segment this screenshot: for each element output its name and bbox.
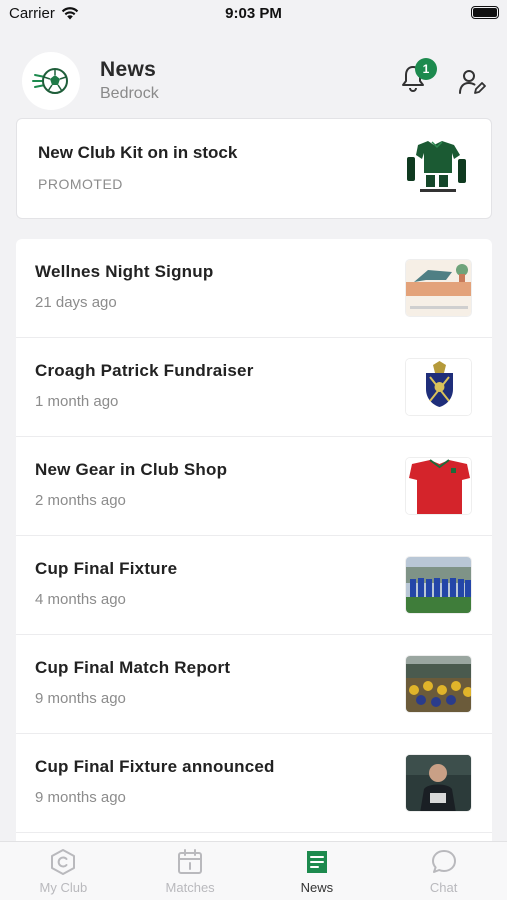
news-date: 9 months ago xyxy=(35,789,126,806)
tab-news[interactable]: News xyxy=(254,842,381,900)
news-title: New Gear in Club Shop xyxy=(35,460,228,479)
news-item[interactable]: Wellnes Night Signup 21 days ago xyxy=(16,239,492,338)
news-title: Cup Final Match Report xyxy=(35,658,231,677)
news-title: Croagh Patrick Fundraiser xyxy=(35,361,254,380)
news-item[interactable]: Cup Final Match Report 9 months ago xyxy=(16,635,492,734)
news-item[interactable]: Croagh Patrick Fundraiser 1 month ago xyxy=(16,338,492,437)
crest-image xyxy=(405,358,472,416)
tab-my-club[interactable]: My Club xyxy=(0,842,127,900)
calendar-icon xyxy=(178,849,203,874)
match-crowd-image xyxy=(405,655,472,713)
title-block: News Bedrock xyxy=(100,58,159,103)
chat-icon xyxy=(431,850,456,873)
tab-label: Matches xyxy=(165,880,215,895)
news-item[interactable]: Cup Final Fixture announced 9 months ago xyxy=(16,734,492,833)
club-icon xyxy=(51,849,76,875)
promoted-tag: PROMOTED xyxy=(38,176,123,192)
wellness-poster-image xyxy=(405,259,472,317)
news-title: Wellnes Night Signup xyxy=(35,262,214,281)
notifications-button[interactable]: 1 xyxy=(400,58,437,96)
status-bar: Carrier 9:03 PM xyxy=(0,0,507,30)
tab-chat[interactable]: Chat xyxy=(380,842,507,900)
notification-badge: 1 xyxy=(415,58,437,80)
clock: 9:03 PM xyxy=(225,5,282,22)
news-item[interactable]: New Gear in Club Shop 2 months ago xyxy=(16,437,492,536)
news-date: 4 months ago xyxy=(35,591,126,608)
red-jersey-image xyxy=(405,457,472,515)
news-icon xyxy=(306,851,327,873)
page-title: News xyxy=(100,58,157,81)
team-photo-image xyxy=(405,556,472,614)
promoted-card[interactable]: New Club Kit on in stock PROMOTED xyxy=(16,118,492,219)
tab-label: My Club xyxy=(39,880,88,895)
club-name: Bedrock xyxy=(100,85,159,102)
news-date: 9 months ago xyxy=(35,690,126,707)
tab-matches[interactable]: Matches xyxy=(127,842,254,900)
news-item[interactable]: Cup Final Fixture 4 months ago xyxy=(16,536,492,635)
tab-bar: My Club Matches News Chat xyxy=(0,841,507,900)
profile-edit-icon[interactable] xyxy=(458,68,486,96)
news-title: Cup Final Fixture announced xyxy=(35,757,275,776)
news-list: Wellnes Night Signup 21 days ago Croagh … xyxy=(16,239,492,849)
news-date: 1 month ago xyxy=(35,393,119,410)
tab-label: News xyxy=(300,880,334,895)
news-date: 2 months ago xyxy=(35,492,126,509)
football-icon xyxy=(32,68,68,94)
header: News Bedrock 1 xyxy=(22,50,487,110)
news-title: Cup Final Fixture xyxy=(35,559,178,578)
coach-photo-image xyxy=(405,754,472,812)
tab-label: Chat xyxy=(429,880,458,895)
green-kit-image xyxy=(404,139,471,197)
club-logo[interactable] xyxy=(22,52,80,110)
battery-icon xyxy=(471,6,499,19)
news-date: 21 days ago xyxy=(35,294,117,311)
promoted-title: New Club Kit on in stock xyxy=(38,143,238,162)
